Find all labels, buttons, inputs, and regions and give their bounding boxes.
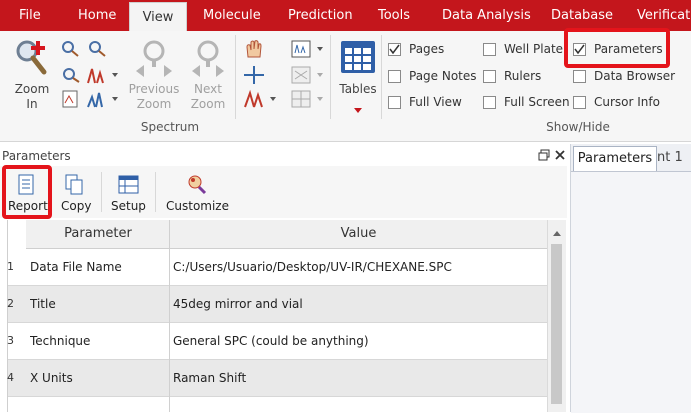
value-cell[interactable]: C:/Users/Usuario/Desktop/UV-IR/CHEXANE.S… — [173, 249, 543, 285]
full-screen-label[interactable]: Full Screen — [504, 95, 570, 109]
tables-label[interactable]: Tables — [334, 82, 382, 97]
rulers-label[interactable]: Rulers — [504, 69, 541, 83]
pages-label[interactable]: Pages — [409, 42, 444, 56]
menu-database[interactable]: Database — [551, 0, 613, 31]
next-zoom-text: Next Zoom — [190, 82, 226, 111]
row-number: 2 — [7, 297, 14, 310]
menu-prediction[interactable]: Prediction — [288, 0, 353, 31]
page-notes-label[interactable]: Page Notes — [409, 69, 477, 83]
menu-view[interactable]: View — [129, 2, 187, 32]
row-number: 3 — [7, 334, 14, 347]
scrollbar-thumb[interactable] — [551, 244, 562, 404]
tab-parameters[interactable]: Parameters — [573, 146, 657, 171]
previous-zoom-text: Previous Zoom — [128, 82, 180, 111]
right-pane-content — [571, 171, 691, 413]
menu-home[interactable]: Home — [78, 0, 116, 31]
report-spectrum-icon[interactable] — [60, 89, 82, 112]
setup-icon[interactable] — [118, 174, 140, 199]
close-icon[interactable] — [554, 149, 566, 164]
stacked-view-icon[interactable] — [290, 39, 326, 62]
column-divider — [169, 220, 170, 412]
cursor-info-label[interactable]: Cursor Info — [594, 95, 660, 109]
next-zoom-icon[interactable] — [188, 37, 228, 80]
parameter-cell[interactable]: Technique — [30, 323, 168, 359]
value-cell[interactable]: General SPC (could be anything) — [173, 323, 543, 359]
table-row[interactable]: 4 X Units Raman Shift — [7, 360, 548, 397]
menu-molecule[interactable]: Molecule — [203, 0, 261, 31]
data-browser-label[interactable]: Data Browser — [594, 69, 675, 83]
zoom-area-icon[interactable] — [60, 39, 82, 60]
well-plate-checkbox[interactable] — [483, 43, 496, 56]
well-plate-label[interactable]: Well Plate — [504, 42, 563, 56]
restore-icon[interactable] — [538, 149, 550, 164]
full-screen-checkbox[interactable] — [483, 96, 496, 109]
zoom-in-icon[interactable] — [13, 37, 53, 82]
copy-button[interactable]: Copy — [61, 199, 91, 213]
page-notes-checkbox[interactable] — [388, 70, 401, 83]
table-row[interactable]: 3 Technique General SPC (could be anythi… — [7, 323, 548, 360]
column-header-parameter[interactable]: Parameter — [26, 220, 171, 249]
rulers-checkbox[interactable] — [483, 70, 496, 83]
zoom-x-icon[interactable] — [86, 39, 108, 60]
peak-pick-icon[interactable] — [243, 89, 279, 112]
peak-type-icon[interactable] — [86, 89, 120, 112]
peaks-icon[interactable] — [86, 65, 120, 88]
pages-checkbox[interactable] — [388, 43, 401, 56]
parameters-toolbar: Report Copy Setup Customize — [0, 166, 567, 218]
column-header-value[interactable]: Value — [170, 220, 548, 249]
previous-zoom-icon[interactable] — [132, 37, 176, 80]
parameter-cell[interactable]: Title — [30, 286, 168, 322]
panel-title: Parameters — [2, 149, 71, 163]
parameters-table: Parameter Value 1 Data File Name C:/User… — [7, 220, 548, 412]
pan-hand-icon[interactable] — [243, 39, 265, 62]
grid-view-icon[interactable] — [290, 89, 326, 112]
scroll-up-icon[interactable] — [552, 226, 562, 240]
customize-icon[interactable] — [185, 173, 207, 198]
customize-button[interactable]: Customize — [166, 199, 229, 213]
separator — [235, 35, 236, 119]
report-highlight — [2, 165, 52, 219]
menu-bar: File Home View Molecule Prediction Tools… — [0, 0, 691, 32]
table-row[interactable]: 1 Data File Name C:/Users/Usuario/Deskto… — [7, 249, 548, 286]
tables-dropdown-icon[interactable] — [353, 104, 363, 118]
crosshair-icon[interactable] — [243, 65, 265, 88]
right-docked-pane: Parameters nt 1 — [570, 144, 691, 413]
zoom-in-label[interactable]: Zoom In — [13, 82, 51, 112]
menu-tools[interactable]: Tools — [378, 0, 410, 31]
tab-document[interactable]: nt 1 — [657, 146, 683, 170]
vertical-scrollbar[interactable] — [547, 220, 566, 412]
overlay-view-icon[interactable] — [290, 65, 326, 88]
parameter-cell[interactable]: X Units — [30, 360, 168, 396]
next-zoom-label[interactable]: Next Zoom — [186, 82, 230, 112]
value-cell[interactable]: Raman Shift — [173, 360, 543, 396]
separator — [101, 172, 102, 212]
showhide-group-label: Show/Hide — [546, 120, 610, 134]
setup-button[interactable]: Setup — [111, 199, 146, 213]
menu-file[interactable]: File — [19, 0, 41, 31]
tables-icon[interactable] — [339, 39, 377, 78]
zoom-in-text: Zoom In — [14, 82, 50, 111]
parameter-cell[interactable]: Data File Name — [30, 249, 168, 285]
separator — [381, 35, 382, 119]
spectrum-group-label: Spectrum — [140, 120, 200, 134]
data-browser-checkbox[interactable] — [573, 70, 586, 83]
menu-verification[interactable]: Verificat — [637, 0, 690, 31]
previous-zoom-label[interactable]: Previous Zoom — [126, 82, 182, 112]
parameters-highlight — [564, 28, 670, 68]
separator — [330, 35, 331, 119]
zoom-y-icon[interactable] — [60, 65, 82, 86]
full-view-label[interactable]: Full View — [409, 95, 462, 109]
copy-icon[interactable] — [64, 174, 84, 199]
check-icon — [389, 44, 400, 55]
table-row[interactable]: 2 Title 45deg mirror and vial — [7, 286, 548, 323]
value-cell[interactable]: 45deg mirror and vial — [173, 286, 543, 322]
separator — [155, 172, 156, 212]
parameters-panel-header: Parameters — [0, 144, 567, 166]
row-number: 4 — [7, 371, 14, 384]
row-number: 1 — [7, 260, 14, 273]
cursor-info-checkbox[interactable] — [573, 96, 586, 109]
menu-data-analysis[interactable]: Data Analysis — [442, 0, 531, 31]
full-view-checkbox[interactable] — [388, 96, 401, 109]
